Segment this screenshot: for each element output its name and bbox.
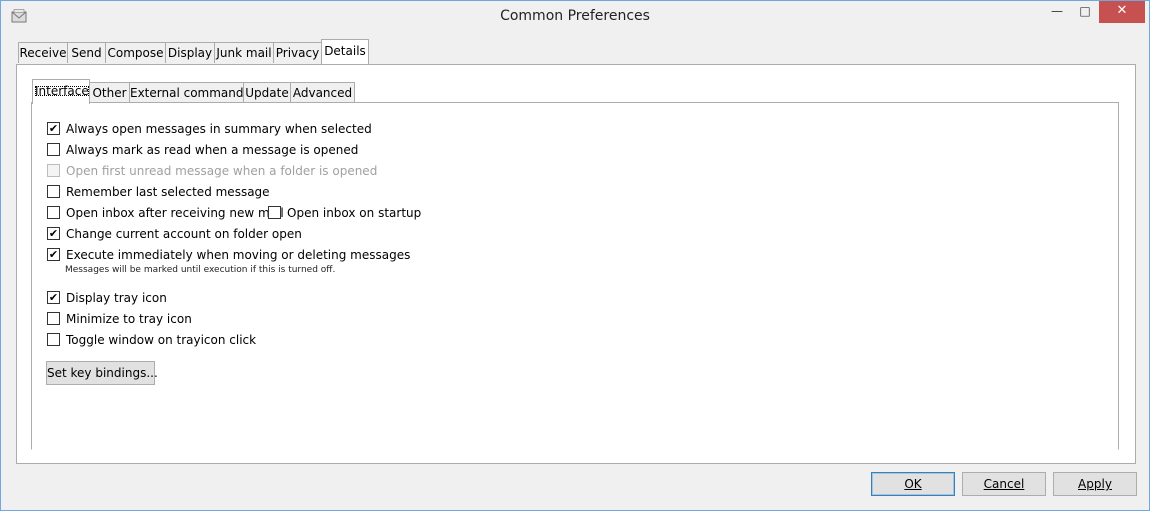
tab-interface-label: Interface xyxy=(34,84,89,98)
option-label: Execute immediately when moving or delet… xyxy=(66,248,411,262)
close-icon: ✕ xyxy=(1116,3,1128,18)
maximize-icon: □ xyxy=(1079,4,1091,18)
checkbox-unchecked[interactable] xyxy=(47,143,60,156)
execute-note: Messages will be marked until execution … xyxy=(65,265,336,275)
set-key-bindings-button[interactable]: Set key bindings... xyxy=(46,361,158,385)
cancel-button[interactable]: Cancel xyxy=(962,472,1046,496)
tab-display[interactable]: Display xyxy=(165,42,215,63)
tab-privacy[interactable]: Privacy xyxy=(273,42,322,63)
option-label: Display tray icon xyxy=(66,291,167,305)
checkbox-checked[interactable]: ✔ xyxy=(47,291,60,304)
tab-update[interactable]: Update xyxy=(243,82,291,103)
checkbox-checked[interactable]: ✔ xyxy=(47,248,60,261)
tab-junk-mail[interactable]: Junk mail xyxy=(214,42,274,63)
option-label: Toggle window on trayicon click xyxy=(66,333,257,347)
tab-interface[interactable]: Interface xyxy=(32,79,90,104)
ok-button[interactable]: OK xyxy=(871,472,955,496)
apply-label: Apply xyxy=(1078,477,1112,491)
option-label: Minimize to tray icon xyxy=(66,312,192,326)
tab-compose[interactable]: Compose xyxy=(105,42,166,63)
outer-tabstrip: Receive Send Compose Display Junk mail P… xyxy=(1,39,1149,64)
checkbox-unchecked[interactable] xyxy=(47,185,60,198)
tab-details[interactable]: Details xyxy=(321,39,369,64)
close-button[interactable]: ✕ xyxy=(1099,1,1145,23)
option-label: Open inbox on startup xyxy=(287,206,422,220)
ok-label: OK xyxy=(904,477,922,491)
checkbox-unchecked[interactable] xyxy=(47,333,60,346)
tab-external-commands[interactable]: External commands xyxy=(129,82,250,103)
option-label: Change current account on folder open xyxy=(66,227,302,241)
tab-send[interactable]: Send xyxy=(67,42,106,63)
preferences-window: Common Preferences — □ ✕ Receive Send Co… xyxy=(0,0,1150,511)
window-title: Common Preferences xyxy=(500,8,650,24)
checkbox-unchecked[interactable] xyxy=(47,206,60,219)
option-label: Always mark as read when a message is op… xyxy=(66,143,359,157)
option-label: Always open messages in summary when sel… xyxy=(66,122,372,136)
checkbox-unchecked[interactable] xyxy=(268,206,281,219)
inner-tabstrip: Interface Other External commands Update… xyxy=(1,79,1149,104)
checkbox-disabled xyxy=(47,164,60,177)
title-bar[interactable]: Common Preferences — □ ✕ xyxy=(1,1,1149,32)
option-label: Remember last selected message xyxy=(66,185,270,199)
tab-other[interactable]: Other xyxy=(89,82,130,103)
option-label: Open inbox after receiving new mail xyxy=(66,206,284,220)
tab-advanced[interactable]: Advanced xyxy=(290,82,355,103)
cancel-label: Cancel xyxy=(983,477,1025,491)
option-label: Open first unread message when a folder … xyxy=(66,164,378,178)
checkbox-checked[interactable]: ✔ xyxy=(47,122,60,135)
apply-button[interactable]: Apply xyxy=(1053,472,1137,496)
checkbox-checked[interactable]: ✔ xyxy=(47,227,60,240)
minimize-icon: — xyxy=(1051,4,1063,18)
checkbox-unchecked[interactable] xyxy=(47,312,60,325)
minimize-button[interactable]: — xyxy=(1043,1,1071,23)
tab-receive[interactable]: Receive xyxy=(18,42,68,63)
maximize-button[interactable]: □ xyxy=(1071,1,1099,23)
